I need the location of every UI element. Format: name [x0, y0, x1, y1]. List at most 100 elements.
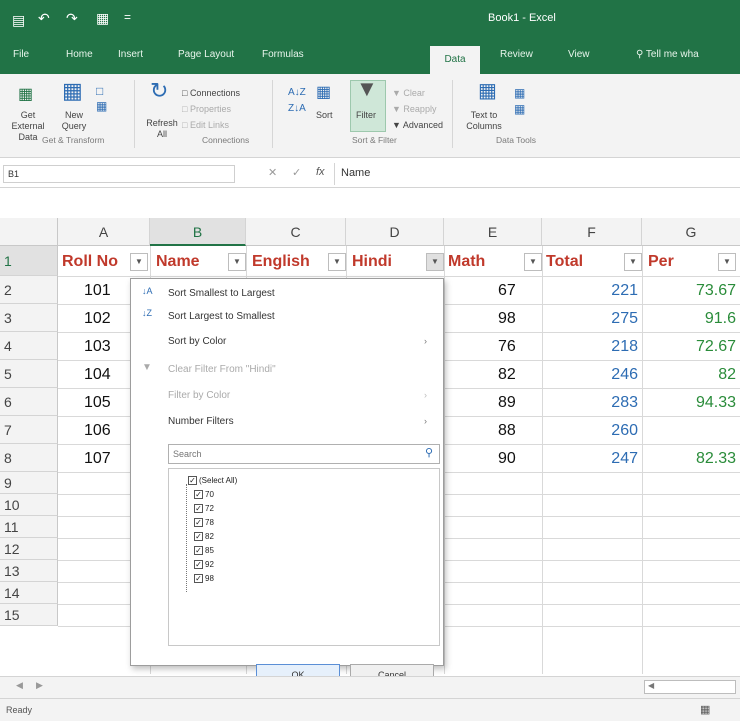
- remove-duplicates-icon[interactable]: ▦: [514, 103, 525, 115]
- save-icon[interactable]: ▤: [12, 12, 25, 29]
- tab-formulas[interactable]: Formulas: [262, 49, 304, 60]
- cell-total[interactable]: 260: [611, 422, 638, 440]
- cell-per[interactable]: 82.33: [696, 450, 736, 468]
- row-header[interactable]: 2: [0, 276, 58, 304]
- row-header[interactable]: 9: [0, 472, 58, 494]
- filter-by-color-item[interactable]: Filter by Color: [168, 390, 230, 401]
- cell-total[interactable]: 221: [611, 282, 638, 300]
- name-box[interactable]: B1: [3, 165, 235, 183]
- scroll-right-icon[interactable]: ▶: [36, 680, 43, 691]
- row-header[interactable]: 6: [0, 388, 58, 416]
- scroll-left-icon[interactable]: ◀: [16, 680, 23, 691]
- cell-math[interactable]: 67: [498, 282, 516, 300]
- sort-button[interactable]: Sort: [316, 110, 333, 121]
- column-header-f[interactable]: F: [542, 218, 642, 246]
- cell-per[interactable]: 72.67: [696, 338, 736, 356]
- row-header[interactable]: 12: [0, 538, 58, 560]
- row-header[interactable]: 11: [0, 516, 58, 538]
- checkbox-item[interactable]: ✓ 85: [194, 546, 214, 556]
- filter-dropdown-roll-no[interactable]: ▼: [130, 253, 148, 271]
- normal-view-icon[interactable]: ▦: [700, 703, 710, 716]
- cell-total[interactable]: 247: [611, 450, 638, 468]
- horizontal-scrollbar[interactable]: [644, 680, 736, 694]
- show-queries-icon[interactable]: □: [96, 85, 103, 97]
- column-header-e[interactable]: E: [444, 218, 542, 246]
- clear-button[interactable]: ▼ Clear: [392, 88, 425, 99]
- column-header-a[interactable]: A: [58, 218, 150, 246]
- row-header[interactable]: 10: [0, 494, 58, 516]
- header-name[interactable]: Name: [156, 249, 200, 275]
- filter-dropdown-hindi[interactable]: ▼: [426, 253, 444, 271]
- formula-input[interactable]: Name: [334, 163, 740, 185]
- checkbox-select-all[interactable]: ✓ (Select All): [188, 476, 237, 486]
- row-header[interactable]: 7: [0, 416, 58, 444]
- row-header[interactable]: 15: [0, 604, 58, 626]
- scroll-left-arrow-icon[interactable]: ◀: [648, 681, 654, 690]
- filter-dropdown-total[interactable]: ▼: [624, 253, 642, 271]
- filter-dropdown-per[interactable]: ▼: [718, 253, 736, 271]
- properties-button[interactable]: □ Properties: [182, 104, 231, 115]
- row-header[interactable]: 8: [0, 444, 58, 472]
- connections-button[interactable]: □ Connections: [182, 88, 240, 99]
- checkbox-item[interactable]: ✓ 72: [194, 504, 214, 514]
- cell-total[interactable]: 275: [611, 310, 638, 328]
- sort-descending-item[interactable]: Sort Largest to Smallest: [168, 311, 275, 322]
- advanced-button[interactable]: ▼ Advanced: [392, 120, 443, 131]
- cell-per[interactable]: 94.33: [696, 394, 736, 412]
- confirm-formula-icon[interactable]: ✓: [292, 166, 301, 179]
- sort-by-color-item[interactable]: Sort by Color: [168, 336, 226, 347]
- filter-dropdown-name[interactable]: ▼: [228, 253, 246, 271]
- tab-home[interactable]: Home: [66, 49, 93, 60]
- cancel-formula-icon[interactable]: ✕: [268, 166, 277, 179]
- column-header-g[interactable]: G: [642, 218, 740, 246]
- tell-me-search[interactable]: ⚲ Tell me wha: [636, 49, 699, 60]
- sort-az-icon[interactable]: A↓Z: [288, 88, 306, 98]
- cell-roll[interactable]: 102: [84, 310, 111, 328]
- sort-za-icon[interactable]: Z↓A: [288, 104, 306, 114]
- column-header-c[interactable]: C: [246, 218, 346, 246]
- insert-function-icon[interactable]: fx: [316, 166, 325, 178]
- cell-total[interactable]: 283: [611, 394, 638, 412]
- number-filters-item[interactable]: Number Filters: [168, 416, 234, 427]
- sort-ascending-item[interactable]: Sort Smallest to Largest: [168, 288, 275, 299]
- filter-dropdown-math[interactable]: ▼: [524, 253, 542, 271]
- flash-fill-icon[interactable]: ▦: [514, 87, 525, 99]
- cell-math[interactable]: 89: [498, 394, 516, 412]
- tab-insert[interactable]: Insert: [118, 49, 143, 60]
- header-hindi[interactable]: Hindi: [352, 249, 392, 275]
- tab-data[interactable]: Data: [430, 46, 480, 74]
- row-header[interactable]: 3: [0, 304, 58, 332]
- cell-math[interactable]: 76: [498, 338, 516, 356]
- from-table-icon[interactable]: ▦: [96, 100, 107, 112]
- cell-roll[interactable]: 101: [84, 282, 111, 300]
- quick-access-icon[interactable]: ▦: [96, 10, 109, 27]
- new-query-button[interactable]: New Query: [54, 110, 94, 132]
- cell-total[interactable]: 246: [611, 366, 638, 384]
- cell-math[interactable]: 98: [498, 310, 516, 328]
- cell-math[interactable]: 88: [498, 422, 516, 440]
- row-header[interactable]: 4: [0, 332, 58, 360]
- checkbox-item[interactable]: ✓ 82: [194, 532, 214, 542]
- checkbox-item[interactable]: ✓ 98: [194, 574, 214, 584]
- checkbox-item[interactable]: ✓ 92: [194, 560, 214, 570]
- filter-search-input[interactable]: [168, 444, 440, 464]
- header-math[interactable]: Math: [448, 249, 485, 275]
- cell-per[interactable]: 73.67: [696, 282, 736, 300]
- cell-roll[interactable]: 103: [84, 338, 111, 356]
- undo-icon[interactable]: ↶: [38, 10, 50, 27]
- cell-total[interactable]: 218: [611, 338, 638, 356]
- redo-icon[interactable]: ↷: [66, 10, 78, 27]
- cell-roll[interactable]: 105: [84, 394, 111, 412]
- customize-qat-icon[interactable]: =: [124, 10, 131, 24]
- cell-roll[interactable]: 106: [84, 422, 111, 440]
- tab-view[interactable]: View: [568, 49, 590, 60]
- cell-roll[interactable]: 107: [84, 450, 111, 468]
- row-header[interactable]: 5: [0, 360, 58, 388]
- cell-math[interactable]: 82: [498, 366, 516, 384]
- refresh-all-button[interactable]: Refresh All: [144, 118, 180, 140]
- header-total[interactable]: Total: [546, 249, 583, 275]
- cell-math[interactable]: 90: [498, 450, 516, 468]
- column-header-b[interactable]: B: [150, 218, 246, 246]
- reapply-button[interactable]: ▼ Reapply: [392, 104, 436, 115]
- select-all-corner[interactable]: [0, 218, 58, 246]
